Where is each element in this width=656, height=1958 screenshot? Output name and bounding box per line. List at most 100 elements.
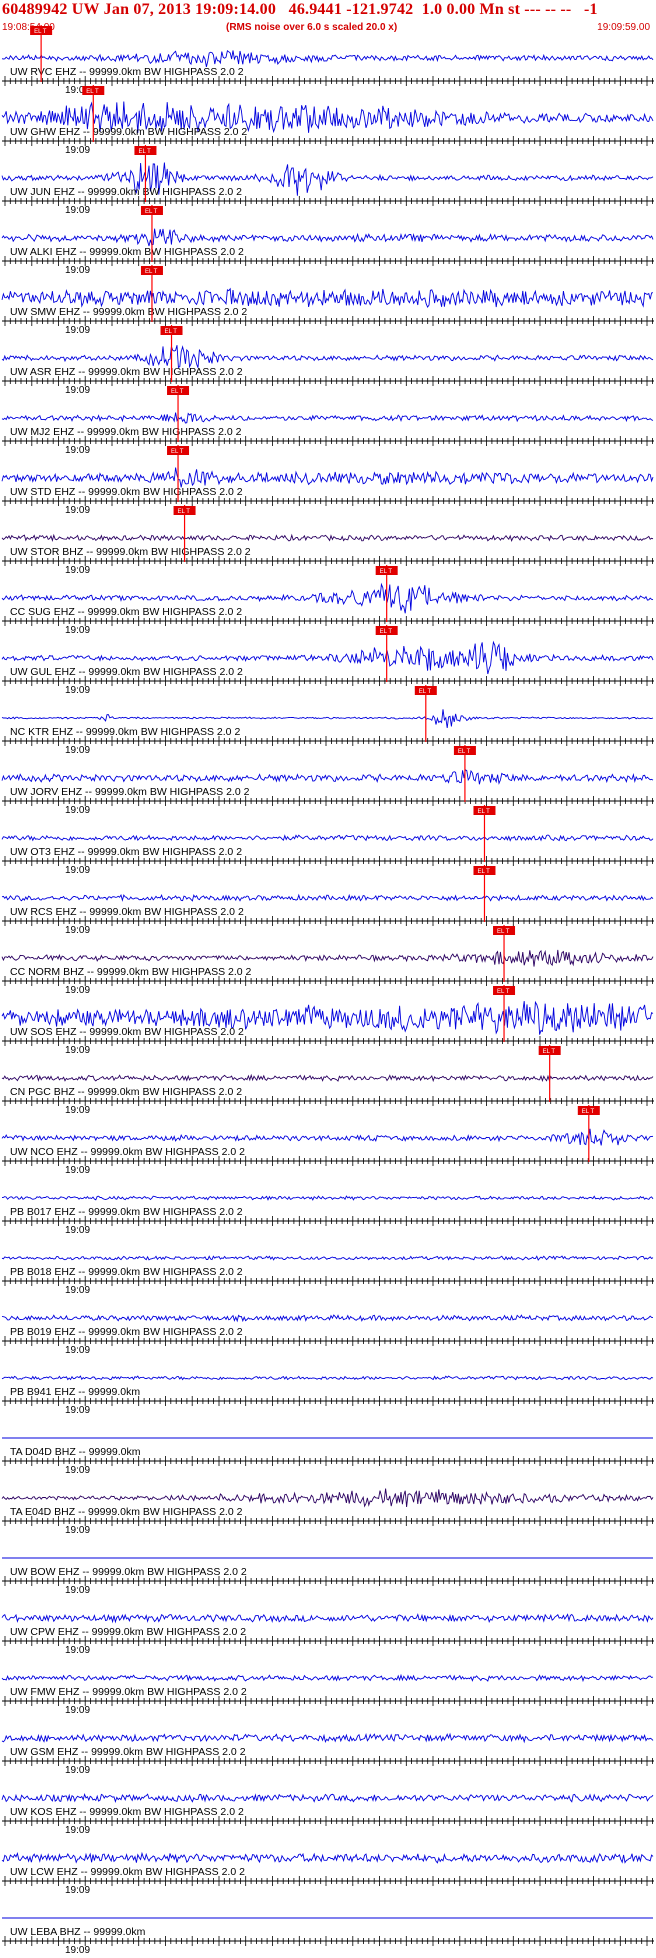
station-label: UW SMW EHZ -- 99999.0km BW HIGHPASS 2.0 … xyxy=(10,306,247,318)
seismogram-panel: UW RVC EHZ -- 99999.0km BW HIGHPASS 2.0 … xyxy=(1,25,654,1956)
pick-marker-label: EL T xyxy=(178,509,191,515)
pick-marker-label: EL T xyxy=(86,89,99,95)
axis-time-label: 19:09 xyxy=(65,1645,90,1656)
axis-time-label: 19:09 xyxy=(65,505,90,516)
station-label: UW KOS EHZ -- 99999.0km BW HIGHPASS 2.0 … xyxy=(10,1806,244,1818)
axis-time-label: 19:09 xyxy=(65,445,90,456)
axis-time-label: 19:09 xyxy=(65,1885,90,1896)
station-label: TA E04D BHZ -- 99999.0km BW HIGHPASS 2.0… xyxy=(10,1506,243,1518)
station-label: UW JUN EHZ -- 99999.0km BW HIGHPASS 2.0 … xyxy=(10,186,242,198)
station-label: UW ALKI EHZ -- 99999.0km BW HIGHPASS 2.0… xyxy=(10,246,244,258)
waveform-trace xyxy=(1,412,654,424)
station-label: UW ASR EHZ -- 99999.0km BW HIGHPASS 2.0 … xyxy=(10,366,243,378)
axis-time-label: 19:09 xyxy=(65,145,90,156)
waveform-trace xyxy=(1,228,654,247)
station-label: UW RCS EHZ -- 99999.0km BW HIGHPASS 2.0 … xyxy=(10,906,244,918)
station-label: UW STOR BHZ -- 99999.0km BW HIGHPASS 2.0… xyxy=(10,546,251,558)
pick-marker-label: EL T xyxy=(497,989,510,995)
axis-time-label: 19:09 xyxy=(65,745,90,756)
waveform-trace xyxy=(1,1673,654,1683)
axis-time-label: 19:09 xyxy=(65,625,90,636)
waveform-trace xyxy=(1,1255,654,1261)
axis-time-label: 19:09 xyxy=(65,1045,90,1056)
waveform-trace xyxy=(1,1375,654,1381)
waveform-trace xyxy=(1,1488,654,1508)
pick-marker-label: EL T xyxy=(165,329,178,335)
pick-marker-label: EL T xyxy=(138,149,151,155)
axis-time-label: 19:09 xyxy=(65,1405,90,1416)
axis-time-label: 19:09 xyxy=(65,985,90,996)
pick-marker-label: EL T xyxy=(477,869,490,875)
station-label: NC KTR EHZ -- 99999.0km BW HIGHPASS 2.0 … xyxy=(10,726,240,738)
waveform-trace xyxy=(1,769,654,785)
station-label: UW RVC EHZ -- 99999.0km BW HIGHPASS 2.0 … xyxy=(10,66,244,78)
station-label: TA D04D BHZ -- 99999.0km xyxy=(10,1446,141,1458)
waveform-trace xyxy=(1,1792,654,1803)
pick-marker-label: EL T xyxy=(582,1109,595,1115)
axis-time-label: 19:09 xyxy=(65,1165,90,1176)
axis-time-label: 19:09 xyxy=(65,1225,90,1236)
axis-time-label: 19:09 xyxy=(65,1285,90,1296)
pick-marker-label: EL T xyxy=(171,389,184,395)
pick-marker-label: EL T xyxy=(145,209,158,215)
axis-time-label: 19:09 xyxy=(65,265,90,276)
waveform-trace xyxy=(1,949,654,967)
station-label: PB B941 EHZ -- 99999.0km xyxy=(10,1386,140,1398)
axis-time-label: 19:09 xyxy=(65,685,90,696)
pick-marker-label: EL T xyxy=(543,1049,556,1055)
waveform-trace xyxy=(1,1613,654,1624)
axis-time-label: 19:09 xyxy=(65,865,90,876)
station-label: UW LEBA BHZ -- 99999.0km xyxy=(10,1926,146,1938)
station-label: UW GHW EHZ -- 99999.0km BW HIGHPASS 2.0 … xyxy=(10,126,247,138)
pick-marker-label: EL T xyxy=(419,689,432,695)
station-label: CN PGC BHZ -- 99999.0km BW HIGHPASS 2.0 … xyxy=(10,1086,242,1098)
axis-time-label: 19:09 xyxy=(65,1345,90,1356)
pick-marker-label: EL T xyxy=(380,629,393,635)
axis-time-label: 19:09 xyxy=(65,925,90,936)
axis-time-label: 19:09 xyxy=(65,1525,90,1536)
station-label: PB B018 EHZ -- 99999.0km BW HIGHPASS 2.0… xyxy=(10,1266,243,1278)
station-label: UW CPW EHZ -- 99999.0km BW HIGHPASS 2.0 … xyxy=(10,1626,246,1638)
station-label: UW MJ2 EHZ -- 99999.0km BW HIGHPASS 2.0 … xyxy=(10,426,242,438)
pick-marker-label: EL T xyxy=(380,569,393,575)
station-label: PB B017 EHZ -- 99999.0km BW HIGHPASS 2.0… xyxy=(10,1206,243,1218)
waveform-trace xyxy=(1,834,654,842)
waveform-trace xyxy=(1,1073,654,1083)
station-label: PB B019 EHZ -- 99999.0km BW HIGHPASS 2.0… xyxy=(10,1326,243,1338)
waveform-trace xyxy=(1,50,654,68)
axis-time-label: 19:09 xyxy=(65,325,90,336)
axis-time-label: 19:09 xyxy=(65,1705,90,1716)
pick-marker-label: EL T xyxy=(34,29,47,35)
axis-time-label: 19:09 xyxy=(65,1945,90,1956)
station-label: UW STD EHZ -- 99999.0km BW HIGHPASS 2.0 … xyxy=(10,486,243,498)
axis-time-label: 19:09 xyxy=(65,385,90,396)
waveform-trace xyxy=(1,1195,654,1201)
station-label: UW NCO EHZ -- 99999.0km BW HIGHPASS 2.0 … xyxy=(10,1146,245,1158)
axis-time-label: 19:09 xyxy=(65,1465,90,1476)
axis-time-label: 19:09 xyxy=(65,205,90,216)
station-label: UW JORV EHZ -- 99999.0km BW HIGHPASS 2.0… xyxy=(10,786,250,798)
waveform-trace xyxy=(1,1732,654,1744)
pick-marker-label: EL T xyxy=(497,929,510,935)
waveform-trace xyxy=(1,1314,653,1323)
axis-time-label: 19:09 xyxy=(65,805,90,816)
station-label: UW SOS EHZ -- 99999.0km BW HIGHPASS 2.0 … xyxy=(10,1026,244,1038)
station-label: UW OT3 EHZ -- 99999.0km BW HIGHPASS 2.0 … xyxy=(10,846,242,858)
axis-time-label: 19:09 xyxy=(65,565,90,576)
station-label: UW GUL EHZ -- 99999.0km BW HIGHPASS 2.0 … xyxy=(10,666,243,678)
station-label: UW GSM EHZ -- 99999.0km BW HIGHPASS 2.0 … xyxy=(10,1746,246,1758)
waveform-trace xyxy=(1,533,654,542)
axis-time-label: 19:09 xyxy=(65,1765,90,1776)
station-label: UW LCW EHZ -- 99999.0km BW HIGHPASS 2.0 … xyxy=(10,1866,245,1878)
pick-marker-label: EL T xyxy=(171,449,184,455)
waveform-trace xyxy=(1,1851,654,1864)
waveform-trace xyxy=(1,1128,654,1146)
waveform-trace xyxy=(1,893,654,902)
pick-marker-label: EL T xyxy=(458,749,471,755)
pick-marker-label: EL T xyxy=(145,269,158,275)
station-label: UW BOW EHZ -- 99999.0km BW HIGHPASS 2.0 … xyxy=(10,1566,247,1578)
waveform-trace xyxy=(1,467,654,488)
axis-time-label: 19:09 xyxy=(65,1105,90,1116)
axis-time-label: 19:09 xyxy=(65,1825,90,1836)
pick-marker-label: EL T xyxy=(477,809,490,815)
